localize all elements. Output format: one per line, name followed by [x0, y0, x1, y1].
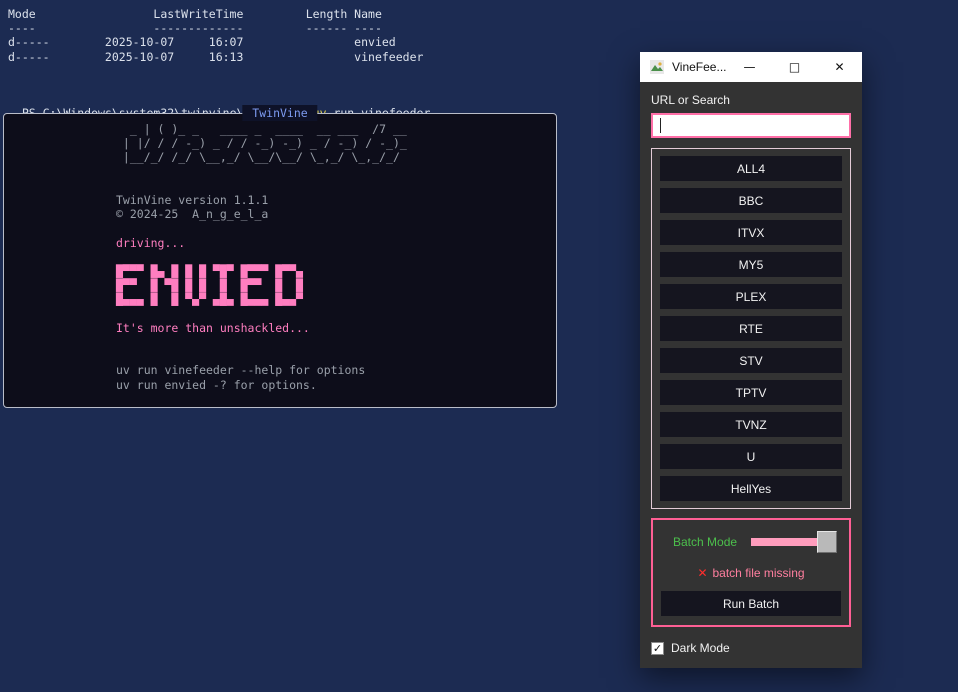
dir-header: Mode LastWriteTime Length Name	[8, 7, 382, 21]
service-button-my5[interactable]: MY5	[660, 252, 842, 277]
window-controls: — □ ✕	[727, 52, 862, 82]
service-button-tvnz[interactable]: TVNZ	[660, 412, 842, 437]
ascii-art-line: _ | ( )_ _ ____ _ ____ __ ___ /7 __	[116, 122, 407, 136]
dir-row-vinefeeder: d----- 2025-10-07 16:13 vinefeeder	[8, 49, 424, 64]
service-button-tptv[interactable]: TPTV	[660, 380, 842, 405]
dark-mode-checkbox[interactable]: ✓	[651, 641, 664, 655]
slider-handle[interactable]	[817, 531, 837, 553]
panel-title: TwinVine	[242, 105, 318, 121]
service-button-plex[interactable]: PLEX	[660, 284, 842, 309]
help-line: uv run envied -? for options.	[116, 377, 317, 392]
batch-mode-slider[interactable]	[751, 531, 837, 553]
services-list: ALL4 BBC ITVX MY5 PLEX RTE STV TPTV TVNZ…	[651, 148, 851, 509]
error-x-icon: ✕	[697, 566, 708, 580]
dark-mode-row[interactable]: ✓ Dark Mode	[651, 641, 851, 655]
text-cursor	[660, 118, 661, 133]
service-button-rte[interactable]: RTE	[660, 316, 842, 341]
twinvine-banner-panel: TwinVine _ | ( )_ _ ____ _ ____ __ ___ /…	[3, 105, 557, 408]
batch-panel: Batch Mode ✕ batch file missing Run Batc…	[651, 518, 851, 627]
close-button[interactable]: ✕	[817, 52, 862, 82]
service-button-bbc[interactable]: BBC	[660, 188, 842, 213]
batch-status-text: batch file missing	[712, 566, 805, 580]
window-title: VineFee...	[672, 60, 727, 74]
vinefeeder-window: VineFee... — □ ✕ URL or Search ALL4 BBC …	[640, 52, 862, 668]
url-input[interactable]	[651, 113, 851, 138]
dark-mode-label: Dark Mode	[671, 641, 730, 655]
maximize-button[interactable]: □	[772, 52, 817, 82]
tagline: It's more than unshackled...	[116, 320, 310, 335]
driving-line: driving...	[116, 235, 186, 250]
service-button-stv[interactable]: STV	[660, 348, 842, 373]
url-label: URL or Search	[651, 93, 730, 107]
url-input-wrap	[651, 113, 851, 138]
batch-status-row: ✕ batch file missing	[661, 566, 841, 580]
service-button-all4[interactable]: ALL4	[660, 156, 842, 181]
titlebar[interactable]: VineFee... — □ ✕	[640, 52, 862, 82]
panel-content: _ | ( )_ _ ____ _ ____ __ ___ /7 __ | |/…	[4, 114, 556, 392]
service-button-u[interactable]: U	[660, 444, 842, 469]
app-icon	[650, 60, 664, 74]
minimize-button[interactable]: —	[727, 52, 772, 82]
dir-separator: ---- ------------- ------ ----	[8, 21, 382, 36]
version-line: TwinVine version 1.1.1	[116, 192, 269, 207]
dir-row-envied: d----- 2025-10-07 16:07 envied	[8, 35, 396, 50]
window-body: URL or Search ALL4 BBC ITVX MY5 PLEX RTE…	[640, 93, 862, 655]
envied-art-line: █▀▀▀ █▄ █ █ █ ▀█▀ █▀▀▀ █▀▀▄	[116, 263, 303, 278]
envied-art-line: █▀▀ █ ▀█ █ █ █ █▀▀ █ █	[116, 278, 303, 293]
checkmark-icon: ✓	[652, 641, 663, 655]
copyright-line: © 2024-25 A_n_g_e_l_a	[116, 207, 269, 222]
batch-mode-label: Batch Mode	[673, 535, 738, 549]
run-batch-button[interactable]: Run Batch	[661, 591, 841, 616]
envied-art-line: █▄▄▄ █ █ ▀▄▀ ▄█▄ █▄▄▄ █▄▄▀	[116, 292, 303, 307]
service-button-hellyes[interactable]: HellYes	[660, 476, 842, 501]
batch-mode-row: Batch Mode	[661, 529, 841, 553]
service-button-itvx[interactable]: ITVX	[660, 220, 842, 245]
terminal-output: Mode LastWriteTime Length Name ---- ----…	[8, 7, 423, 64]
ascii-art-line: |__/_/ /_/ \__,_/ \__/\__/ \_,_/ \_,_/_/	[116, 150, 400, 165]
ascii-art-line: | |/ / / -_) _ / / -_) -_) _ / -_) / -_)…	[116, 136, 407, 151]
help-line: uv run vinefeeder --help for options	[116, 363, 366, 378]
